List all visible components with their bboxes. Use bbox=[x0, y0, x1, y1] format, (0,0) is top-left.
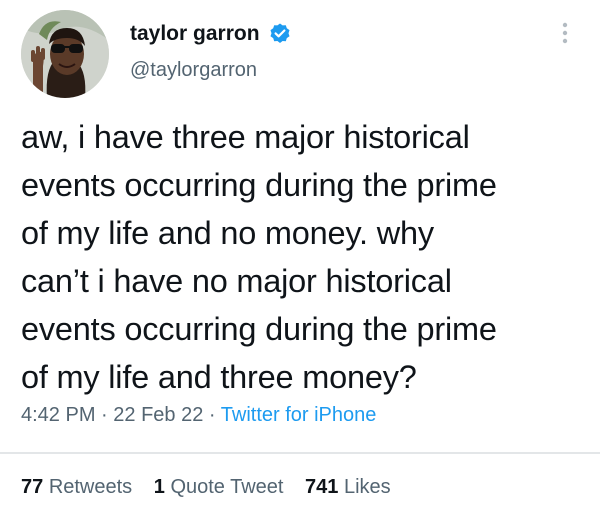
quote-tweets-label: Quote Tweet bbox=[170, 476, 284, 498]
tweet-card: taylor garron @taylorgarron aw, i have t… bbox=[0, 0, 600, 524]
likes-label: Likes bbox=[343, 476, 391, 498]
tweet-source-link[interactable]: Twitter for iPhone bbox=[221, 404, 377, 426]
quote-tweets-count: 1 bbox=[153, 476, 165, 498]
avatar[interactable] bbox=[21, 10, 109, 98]
likes-count: 741 bbox=[305, 476, 339, 498]
tweet-stats: 77 Retweets 1 Quote Tweet 741 Likes bbox=[21, 474, 407, 500]
meta-separator: · bbox=[95, 404, 114, 426]
verified-badge-icon bbox=[268, 22, 292, 46]
author-handle[interactable]: @taylorgarron bbox=[130, 58, 257, 82]
meta-separator: · bbox=[203, 404, 221, 426]
retweets-stat[interactable]: 77 Retweets bbox=[21, 476, 132, 498]
tweet-time[interactable]: 4:42 PM bbox=[21, 404, 95, 426]
quote-tweets-stat[interactable]: 1 Quote Tweet bbox=[154, 476, 284, 498]
author-display-name[interactable]: taylor garron bbox=[130, 22, 260, 46]
more-options-icon[interactable] bbox=[556, 18, 574, 48]
likes-stat[interactable]: 741 Likes bbox=[305, 476, 391, 498]
author-name-row: taylor garron bbox=[130, 22, 292, 46]
avatar-image bbox=[21, 10, 109, 98]
tweet-text: aw, i have three major historical events… bbox=[21, 119, 497, 395]
retweets-label: Retweets bbox=[48, 476, 133, 498]
divider bbox=[0, 452, 600, 454]
tweet-date[interactable]: 22 Feb 22 bbox=[113, 404, 203, 426]
retweets-count: 77 bbox=[21, 476, 44, 498]
tweet-meta: 4:42 PM · 22 Feb 22 · Twitter for iPhone bbox=[21, 403, 376, 427]
